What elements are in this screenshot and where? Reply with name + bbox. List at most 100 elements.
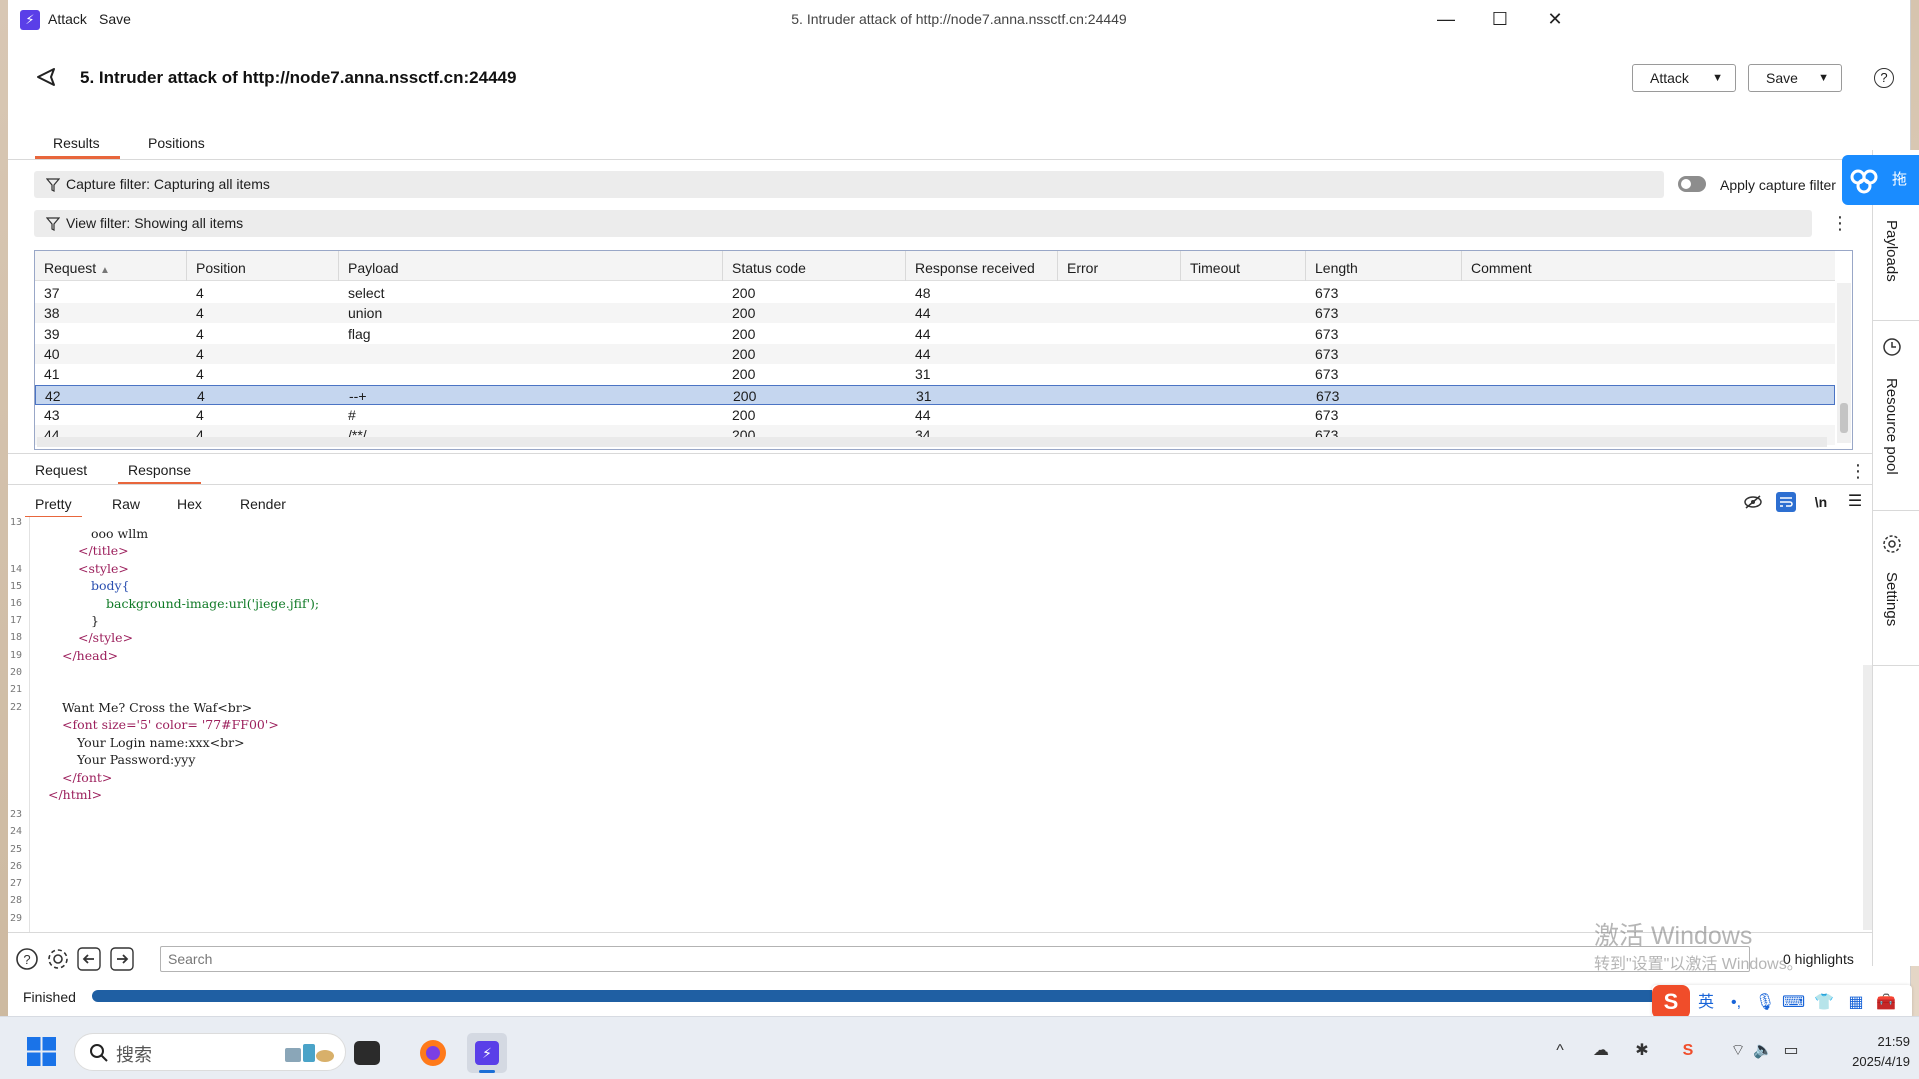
cell-request: 37 xyxy=(44,285,60,301)
cell-received: 44 xyxy=(915,345,931,362)
help-icon[interactable]: ? xyxy=(15,947,39,971)
line-number: 26 xyxy=(10,861,23,872)
save-dropdown-button[interactable]: Save ▼ xyxy=(1748,64,1842,92)
burp-suite-taskbar-icon[interactable]: ⚡ xyxy=(467,1033,507,1073)
line-number: 23 xyxy=(10,809,23,820)
cell-request: 42 xyxy=(45,387,61,404)
menu-save[interactable]: Save xyxy=(99,11,131,27)
cell-status: 200 xyxy=(733,387,757,404)
microphone-icon[interactable]: 🎙 xyxy=(1754,992,1776,1014)
col-length[interactable]: Length xyxy=(1306,251,1462,281)
minimize-button[interactable]: — xyxy=(1419,0,1473,40)
search-input[interactable] xyxy=(160,946,1750,972)
skin-icon[interactable]: 👕 xyxy=(1813,992,1835,1014)
menu-attack[interactable]: Attack xyxy=(48,11,87,27)
menu-lines-icon[interactable]: ☰ xyxy=(1845,492,1865,512)
newline-icon[interactable]: \n xyxy=(1811,492,1831,512)
cell-position: 4 xyxy=(196,366,204,383)
toolbox-icon[interactable]: 🧰 xyxy=(1875,992,1897,1014)
apps-grid-icon[interactable]: ▦ xyxy=(1845,992,1867,1014)
tab-pretty[interactable]: Pretty xyxy=(25,496,82,519)
line-number: 13 xyxy=(10,517,23,528)
help-icon[interactable]: ? xyxy=(1874,68,1894,88)
volume-icon[interactable]: 🔈 xyxy=(1752,1040,1774,1062)
progress-fill xyxy=(92,990,1904,1002)
sogou-tray-icon[interactable]: S xyxy=(1677,1040,1699,1062)
view-filter-bar[interactable]: View filter: Showing all items xyxy=(34,210,1812,237)
side-tab-resource-pool[interactable]: Resource pool xyxy=(1883,378,1900,475)
table-row[interactable]: 41 4 200 31 673 xyxy=(35,364,1835,384)
table-row[interactable]: 43 4 #200 44 673 xyxy=(35,405,1835,425)
table-row[interactable]: 40 4 200 44 673 xyxy=(35,343,1835,364)
active-app-indicator xyxy=(479,1070,495,1073)
cloud-drag-label[interactable]: 拖拽 xyxy=(1888,155,1919,205)
back-arrow-icon[interactable] xyxy=(34,64,60,90)
ime-language-toggle[interactable]: 英 xyxy=(1695,992,1717,1014)
cell-payload: # xyxy=(348,406,356,423)
maximize-button[interactable]: ☐ xyxy=(1473,0,1527,40)
keyboard-icon[interactable]: ⌨ xyxy=(1782,992,1805,1014)
burp-logo-icon: ⚡ xyxy=(20,10,40,30)
cloud-drive-icon[interactable] xyxy=(1842,155,1888,205)
col-position[interactable]: Position xyxy=(187,251,339,281)
battery-icon[interactable]: ▭ xyxy=(1780,1040,1802,1062)
table-horizontal-scrollbar[interactable] xyxy=(37,437,1827,447)
table-row[interactable]: 42 4 --+ 200 31 673 xyxy=(35,384,1835,405)
clock-icon[interactable] xyxy=(1882,337,1902,357)
page-title: 5. Intruder attack of http://node7.anna.… xyxy=(80,68,517,87)
windows-start-icon[interactable] xyxy=(27,1037,56,1066)
hide-eye-icon[interactable] xyxy=(1743,492,1763,512)
more-options-icon[interactable]: ⋮ xyxy=(1831,213,1849,233)
cell-payload: select xyxy=(348,285,385,301)
app-tray-icon[interactable]: ✱ xyxy=(1631,1040,1653,1062)
arrow-right-icon[interactable] xyxy=(110,947,134,971)
cell-position: 4 xyxy=(196,305,204,322)
table-row[interactable]: 39 4 flag 200 44 673 xyxy=(35,324,1835,344)
line-number: 28 xyxy=(10,895,23,906)
side-tab-settings[interactable]: Settings xyxy=(1883,572,1900,626)
search-highlight-icon xyxy=(285,1044,334,1062)
taskbar-clock[interactable]: 21:59 2025/4/19 xyxy=(1820,1032,1910,1072)
capture-filter-bar[interactable]: Capture filter: Capturing all items xyxy=(34,171,1664,198)
tray-overflow-icon[interactable]: ^ xyxy=(1549,1040,1571,1062)
wrap-lines-icon[interactable] xyxy=(1776,492,1796,512)
tab-raw[interactable]: Raw xyxy=(112,496,140,512)
onedrive-icon[interactable]: ☁ xyxy=(1590,1040,1612,1062)
firefox-icon[interactable] xyxy=(413,1033,453,1073)
gear-icon[interactable] xyxy=(46,947,70,971)
col-error[interactable]: Error xyxy=(1058,251,1181,281)
col-status-code[interactable]: Status code xyxy=(723,251,906,281)
tab-response[interactable]: Response xyxy=(117,462,202,485)
file-explorer-icon[interactable] xyxy=(354,1041,380,1065)
col-request[interactable]: Request ▲ xyxy=(35,251,187,281)
table-row[interactable]: 38 4 union 200 44 673 xyxy=(35,303,1835,324)
tab-request[interactable]: Request xyxy=(35,462,87,478)
tab-results[interactable]: Results xyxy=(35,135,120,159)
taskbar-search[interactable] xyxy=(74,1033,346,1071)
table-row[interactable]: 37 4 select 200 48 673 xyxy=(35,283,1835,303)
tab-positions[interactable]: Positions xyxy=(148,135,205,151)
side-tab-payloads[interactable]: Payloads xyxy=(1883,220,1900,282)
tab-hex[interactable]: Hex xyxy=(177,496,202,512)
line-number: 29 xyxy=(10,913,23,924)
table-vertical-scrollbar[interactable] xyxy=(1837,283,1851,443)
response-editor[interactable]: 13 14 15 16 17 18 19 20 21 22 23 24 25 2… xyxy=(8,517,1858,932)
arrow-left-icon[interactable] xyxy=(77,947,101,971)
col-comment[interactable]: Comment xyxy=(1462,251,1835,281)
ime-punctuation-toggle[interactable]: •, xyxy=(1725,992,1747,1014)
close-button[interactable]: ✕ xyxy=(1528,0,1582,40)
tab-render[interactable]: Render xyxy=(240,496,286,512)
message-more-icon[interactable]: ⋮ xyxy=(1849,461,1867,481)
sogou-ime-icon[interactable]: S xyxy=(1652,985,1690,1019)
col-response-received[interactable]: Response received xyxy=(906,251,1058,281)
col-timeout[interactable]: Timeout xyxy=(1181,251,1306,281)
wifi-icon[interactable]: ⌔ xyxy=(1727,1040,1749,1062)
col-payload[interactable]: Payload xyxy=(339,251,723,281)
chevron-down-icon: ▼ xyxy=(1712,72,1723,84)
attack-dropdown-button[interactable]: Attack ▼ xyxy=(1632,64,1736,92)
apply-capture-filter-toggle[interactable] xyxy=(1678,176,1706,192)
cell-length: 673 xyxy=(1315,345,1339,362)
gear-icon[interactable] xyxy=(1882,534,1902,554)
cell-position: 4 xyxy=(197,387,205,404)
cell-position: 4 xyxy=(196,345,204,362)
